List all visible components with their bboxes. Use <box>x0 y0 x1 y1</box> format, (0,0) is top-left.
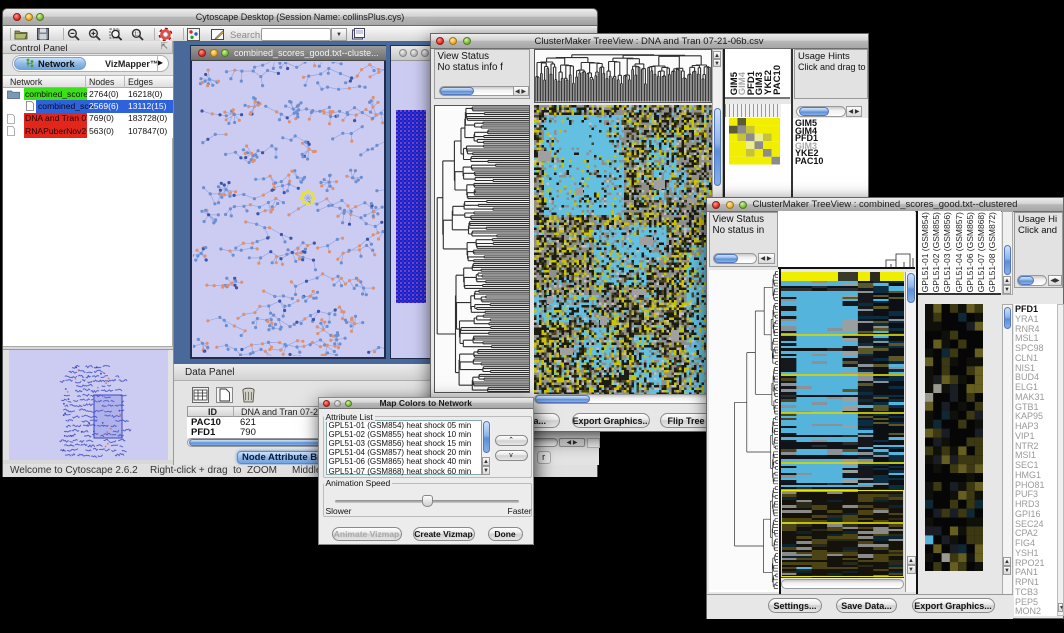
svg-text:1:1: 1:1 <box>134 32 141 38</box>
